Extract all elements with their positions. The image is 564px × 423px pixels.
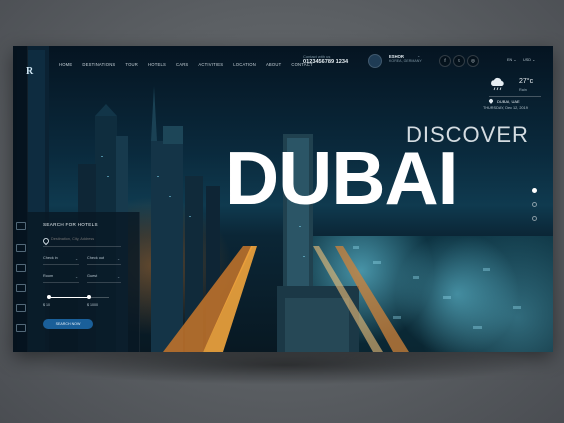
price-slider-fill (49, 297, 89, 298)
chevron-down-icon[interactable]: ⌄ (75, 256, 78, 261)
guest-field[interactable]: Guest (87, 274, 97, 278)
left-toolbar (13, 46, 28, 352)
rain-cloud-icon (491, 77, 504, 91)
calendar-icon[interactable] (16, 304, 26, 312)
price-max-label: $ 1000 (87, 303, 98, 307)
user-location: KOREA, GERMANY (389, 59, 422, 63)
nav-cars[interactable]: CARS (176, 60, 188, 70)
hotel-search-panel: SEARCH FOR HOTELS Check in ⌄ Check out ⌄… (27, 212, 140, 352)
search-now-button[interactable]: SEARCH NOW (43, 319, 93, 329)
weather-city: DUBAI, UAE (497, 99, 520, 104)
nav-home[interactable]: HOME (59, 60, 72, 70)
price-max-handle[interactable] (87, 295, 91, 299)
check-in-field[interactable]: Check in (43, 256, 58, 260)
plane-icon[interactable] (16, 284, 26, 292)
facebook-icon[interactable]: f (439, 55, 451, 67)
chevron-down-icon[interactable]: ⌄ (75, 274, 78, 279)
nav-destinations[interactable]: DESTINATIONS (82, 60, 115, 70)
instagram-icon[interactable]: ◎ (467, 55, 479, 67)
language-select[interactable]: EN ⌄ (507, 57, 517, 62)
nav-about[interactable]: ABOUT (266, 60, 281, 70)
destination-input[interactable] (51, 235, 121, 243)
website-frame: R HOME DESTINATIONS TOUR HOTELS CARS ACT… (13, 46, 553, 352)
weather-date: THURSDAY, Dec 12, 2019 (483, 106, 528, 110)
chevron-down-icon[interactable]: ⌄ (117, 274, 120, 279)
contact-phone[interactable]: 0123456789 1234 (303, 59, 348, 65)
headline-title: DUBAI (225, 136, 458, 220)
car-icon[interactable] (16, 264, 26, 272)
nav-activities[interactable]: ACTIVITIES (198, 60, 223, 70)
check-out-field[interactable]: Check out (87, 256, 104, 260)
input-underline (43, 246, 121, 247)
panel-title: SEARCH FOR HOTELS (43, 222, 98, 227)
weather-condition: Rain (519, 88, 527, 92)
logo[interactable]: R (26, 66, 33, 77)
input-underline (43, 264, 79, 265)
currency-select[interactable]: USD ⌄ (523, 57, 535, 62)
price-min-label: $ 10 (43, 303, 50, 307)
nav-hotels[interactable]: HOTELS (148, 60, 166, 70)
nav-tour[interactable]: TOUR (125, 60, 138, 70)
chevron-down-icon[interactable]: ⌄ (417, 53, 420, 58)
nav-location[interactable]: LOCATION (233, 60, 256, 70)
slider-dot[interactable] (532, 202, 537, 207)
building-icon[interactable] (16, 222, 26, 230)
input-underline (43, 282, 79, 283)
input-underline (87, 264, 121, 265)
ticket-icon[interactable] (16, 324, 26, 332)
destination-pin-icon (41, 236, 51, 246)
weather-divider (489, 96, 541, 97)
pin-icon[interactable] (16, 244, 26, 252)
chevron-down-icon[interactable]: ⌄ (117, 256, 120, 261)
slider-dots (532, 188, 537, 230)
slider-dot[interactable] (532, 216, 537, 221)
input-underline (87, 282, 121, 283)
slider-dot[interactable] (532, 188, 537, 193)
main-nav: HOME DESTINATIONS TOUR HOTELS CARS ACTIV… (59, 60, 323, 70)
room-field[interactable]: Room (43, 274, 53, 278)
avatar[interactable] (368, 54, 382, 68)
temperature: 27°c (519, 78, 534, 85)
twitter-icon[interactable]: t (453, 55, 465, 67)
price-min-handle[interactable] (47, 295, 51, 299)
